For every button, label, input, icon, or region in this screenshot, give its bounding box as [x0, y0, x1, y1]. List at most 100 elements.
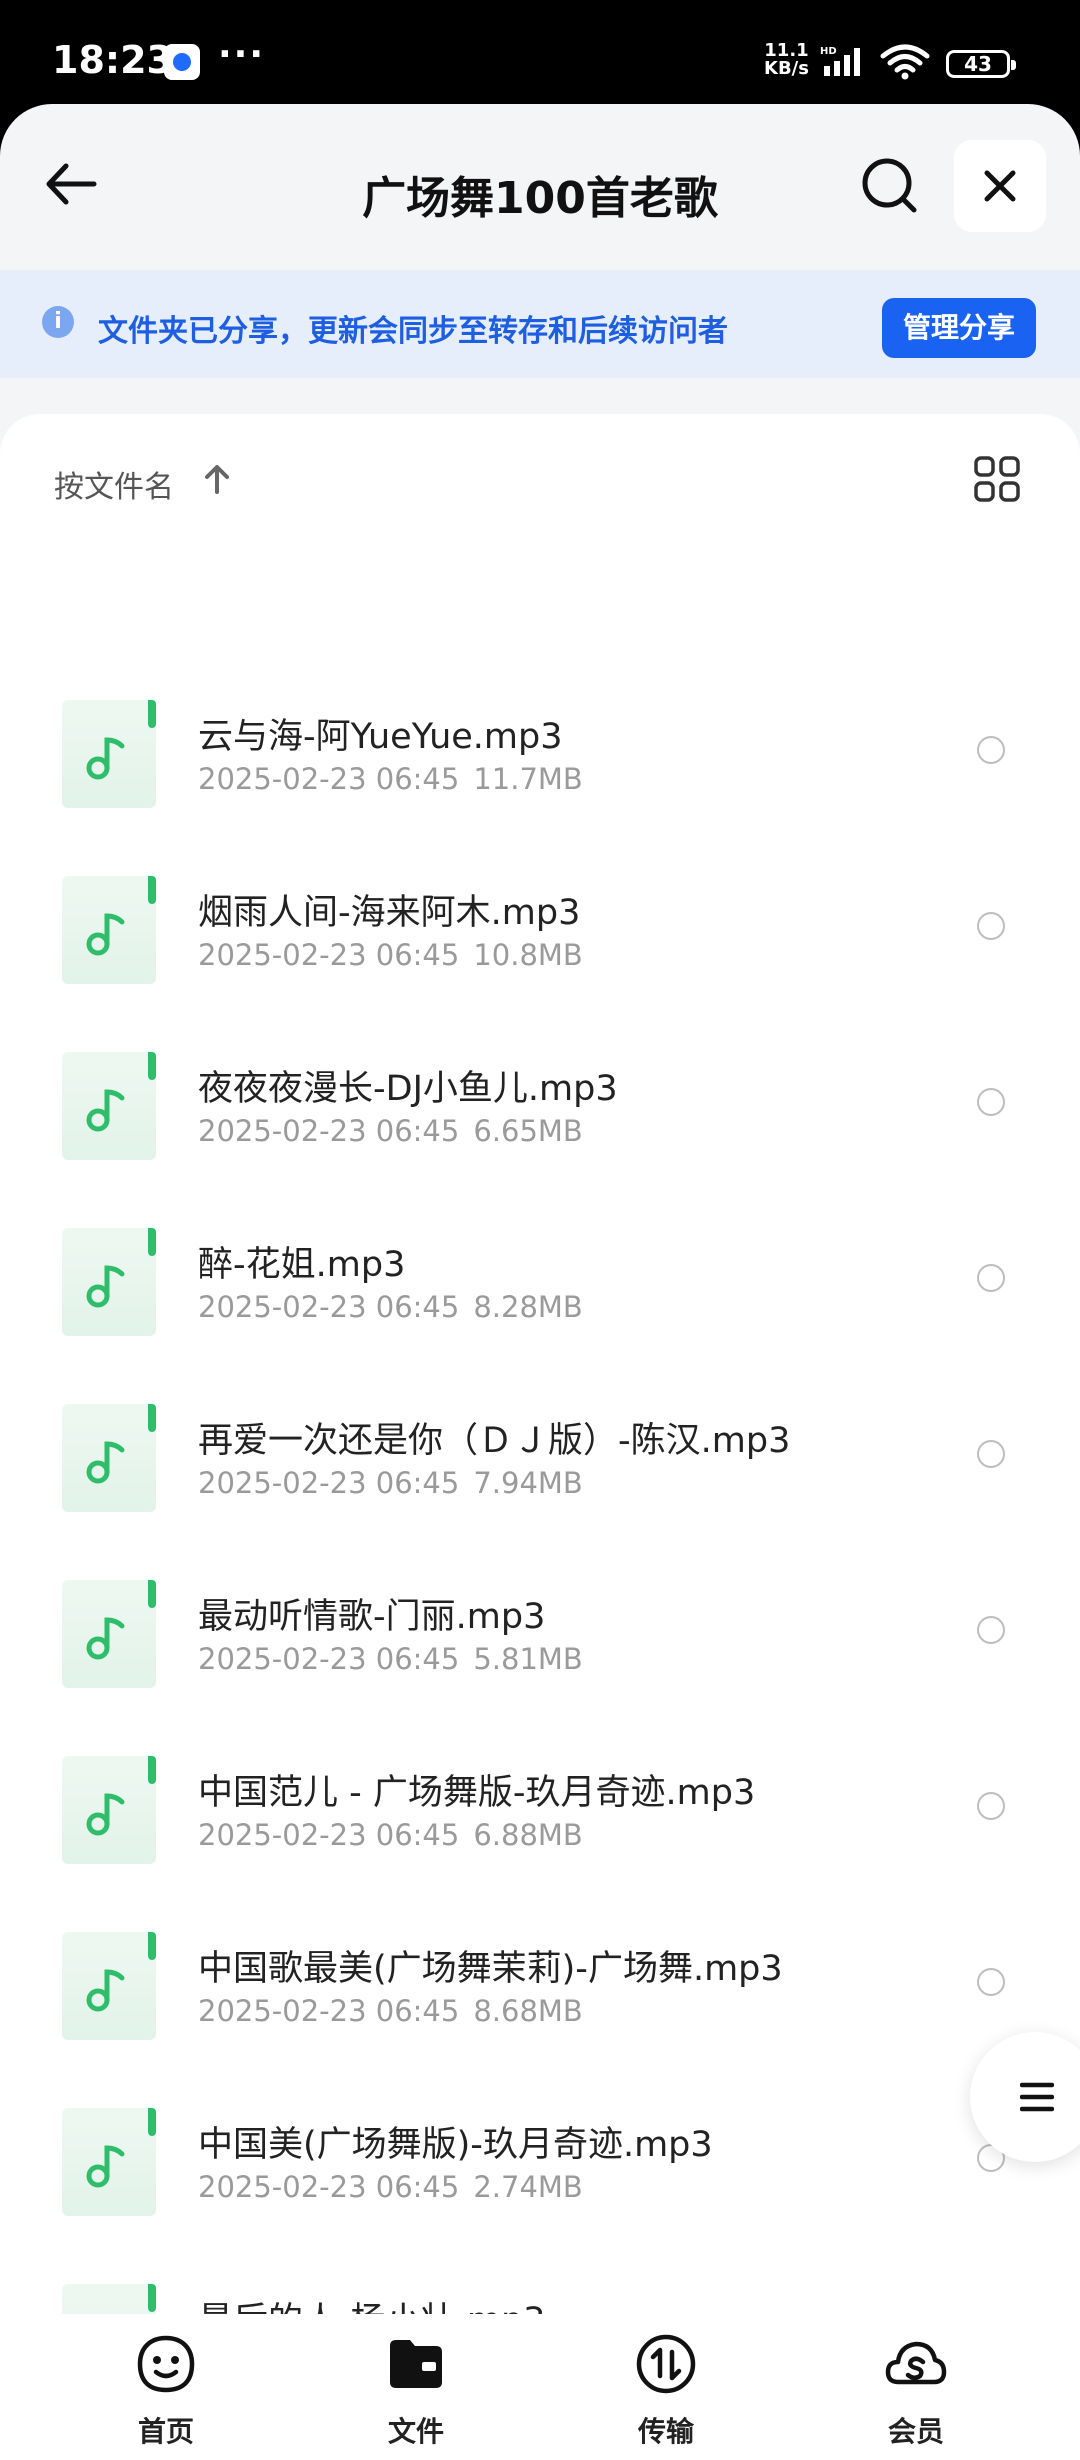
file-size: 8.68MB	[473, 1994, 583, 2028]
audio-file-icon	[62, 700, 156, 808]
header: 广场舞100首老歌	[0, 104, 1080, 270]
select-radio[interactable]	[977, 1088, 1005, 1116]
file-size: 8.28MB	[473, 1290, 583, 1324]
file-date: 2025-02-23 06:45	[198, 1114, 460, 1148]
nav-files[interactable]: 文件	[346, 2332, 486, 2452]
close-button[interactable]	[954, 140, 1046, 232]
file-meta: 2025-02-23 06:45 2.74MB	[198, 2170, 583, 2204]
audio-file-icon	[62, 1580, 156, 1688]
file-row[interactable]: 烟雨人间-海来阿木.mp3 2025-02-23 06:45 10.8MB	[0, 858, 1080, 1034]
nav-home-label: 首页	[137, 2415, 194, 2448]
file-date: 2025-02-23 06:45	[198, 2170, 460, 2204]
select-radio[interactable]	[977, 1792, 1005, 1820]
status-bar: 18:23 ··· 11.1 KB/s HD 43	[0, 0, 1080, 120]
file-date: 2025-02-23 06:45	[198, 938, 460, 972]
sort-arrow-up-icon[interactable]	[200, 462, 234, 500]
close-icon	[984, 170, 1016, 202]
select-radio[interactable]	[977, 736, 1005, 764]
file-size: 10.8MB	[473, 938, 583, 972]
battery-indicator: 43	[946, 50, 1016, 78]
menu-icon	[1020, 2082, 1054, 2112]
grid-view-button[interactable]	[972, 454, 1022, 504]
file-meta: 2025-02-23 06:45 8.68MB	[198, 1994, 583, 2028]
file-meta: 2025-02-23 06:45 11.7MB	[198, 762, 583, 796]
audio-file-icon	[62, 1052, 156, 1160]
file-meta: 2025-02-23 06:45 7.94MB	[198, 1466, 583, 1500]
file-size: 6.88MB	[473, 1818, 583, 1852]
file-date: 2025-02-23 06:45	[198, 1642, 460, 1676]
select-radio[interactable]	[977, 912, 1005, 940]
share-banner: i 文件夹已分享，更新会同步至转存和后续访问者 管理分享	[0, 270, 1080, 378]
wifi-icon	[880, 44, 930, 84]
file-row[interactable]: 夜夜夜漫长-DJ小鱼儿.mp3 2025-02-23 06:45 6.65MB	[0, 1034, 1080, 1210]
grid-icon	[974, 456, 1020, 502]
file-row[interactable]: 中国范儿 - 广场舞版-玖月奇迹.mp3 2025-02-23 06:45 6.88…	[0, 1738, 1080, 1914]
select-radio[interactable]	[977, 1968, 1005, 1996]
file-row[interactable]: 中国美(广场舞版)-玖月奇迹.mp3 2025-02-23 06:45 2.74MB	[0, 2090, 1080, 2266]
nav-files-label: 文件	[387, 2415, 444, 2448]
network-badge: HD	[820, 46, 837, 57]
bottom-nav: 首页 文件 传输 会员	[0, 2314, 1080, 2460]
file-name: 烟雨人间-海来阿木.mp3	[198, 893, 581, 933]
audio-file-icon	[62, 876, 156, 984]
search-icon	[862, 158, 917, 213]
more-notifications-icon: ···	[218, 34, 266, 75]
file-size: 11.7MB	[473, 762, 583, 796]
nav-vip-label: 会员	[887, 2415, 944, 2448]
file-size: 2.74MB	[473, 2170, 583, 2204]
audio-file-icon	[62, 1932, 156, 2040]
info-icon: i	[42, 306, 74, 338]
home-face-icon	[137, 2335, 195, 2393]
file-name: 再爱一次还是你（ＤＪ版）-陈汉.mp3	[198, 1421, 791, 1461]
signal-icon: HD	[818, 44, 870, 82]
file-date: 2025-02-23 06:45	[198, 1290, 460, 1324]
transfer-icon	[636, 2334, 696, 2394]
file-size: 5.81MB	[473, 1642, 583, 1676]
audio-file-icon	[62, 1404, 156, 1512]
file-row[interactable]: 云与海-阿YueYue.mp3 2025-02-23 06:45 11.7MB	[0, 682, 1080, 858]
nav-home[interactable]: 首页	[96, 2332, 236, 2452]
nav-vip[interactable]: 会员	[846, 2332, 986, 2452]
file-row[interactable]: 醉-花姐.mp3 2025-02-23 06:45 8.28MB	[0, 1210, 1080, 1386]
select-radio[interactable]	[977, 1616, 1005, 1644]
select-radio[interactable]	[977, 1264, 1005, 1292]
file-row[interactable]: 最动听情歌-门丽.mp3 2025-02-23 06:45 5.81MB	[0, 1562, 1080, 1738]
file-size: 7.94MB	[473, 1466, 583, 1500]
file-date: 2025-02-23 06:45	[198, 1818, 460, 1852]
status-time: 18:23	[52, 38, 173, 82]
file-row[interactable]: 中国歌最美(广场舞茉莉)-广场舞.mp3 2025-02-23 06:45 8.68…	[0, 1914, 1080, 2090]
audio-file-icon	[62, 2108, 156, 2216]
manage-share-button[interactable]: 管理分享	[882, 298, 1036, 358]
file-name: 云与海-阿YueYue.mp3	[198, 717, 563, 757]
notification-app-icon	[164, 44, 200, 80]
folder-icon	[390, 2340, 442, 2388]
file-row[interactable]: 再爱一次还是你（ＤＪ版）-陈汉.mp3 2025-02-23 06:45 7.94M…	[0, 1386, 1080, 1562]
file-name: 醉-花姐.mp3	[198, 1245, 406, 1285]
search-button[interactable]	[856, 152, 924, 220]
file-date: 2025-02-23 06:45	[198, 762, 460, 796]
file-name: 夜夜夜漫长-DJ小鱼儿.mp3	[198, 1069, 618, 1109]
nav-transfer[interactable]: 传输	[596, 2332, 736, 2452]
file-name: 最动听情歌-门丽.mp3	[198, 1597, 546, 1637]
file-name: 中国范儿 - 广场舞版-玖月奇迹.mp3	[198, 1773, 756, 1813]
select-radio[interactable]	[977, 1440, 1005, 1468]
file-meta: 2025-02-23 06:45 5.81MB	[198, 1642, 583, 1676]
network-speed: 11.1 KB/s	[764, 42, 809, 78]
file-list-panel: 按文件名 云与海-阿YueYue.mp3 2025-02-23 06:45 11.7…	[0, 414, 1080, 2460]
audio-file-icon	[62, 1228, 156, 1336]
file-meta: 2025-02-23 06:45 6.88MB	[198, 1818, 583, 1852]
share-banner-text: 文件夹已分享，更新会同步至转存和后续访问者	[98, 314, 728, 349]
file-name: 中国歌最美(广场舞茉莉)-广场舞.mp3	[198, 1949, 783, 1989]
vip-cloud-icon	[885, 2341, 947, 2385]
file-meta: 2025-02-23 06:45 8.28MB	[198, 1290, 583, 1324]
file-size: 6.65MB	[473, 1114, 583, 1148]
network-speed-unit: KB/s	[764, 58, 809, 79]
file-date: 2025-02-23 06:45	[198, 1466, 460, 1500]
folder-sheet: 广场舞100首老歌 i 文件夹已分享，更新会同步至转存和后续访问者 管理分享 按…	[0, 104, 1080, 2460]
sort-by-filename-button[interactable]: 按文件名	[54, 462, 174, 506]
file-meta: 2025-02-23 06:45 10.8MB	[198, 938, 583, 972]
file-meta: 2025-02-23 06:45 6.65MB	[198, 1114, 583, 1148]
file-date: 2025-02-23 06:45	[198, 1994, 460, 2028]
file-name: 中国美(广场舞版)-玖月奇迹.mp3	[198, 2125, 713, 2165]
nav-transfer-label: 传输	[637, 2415, 694, 2448]
